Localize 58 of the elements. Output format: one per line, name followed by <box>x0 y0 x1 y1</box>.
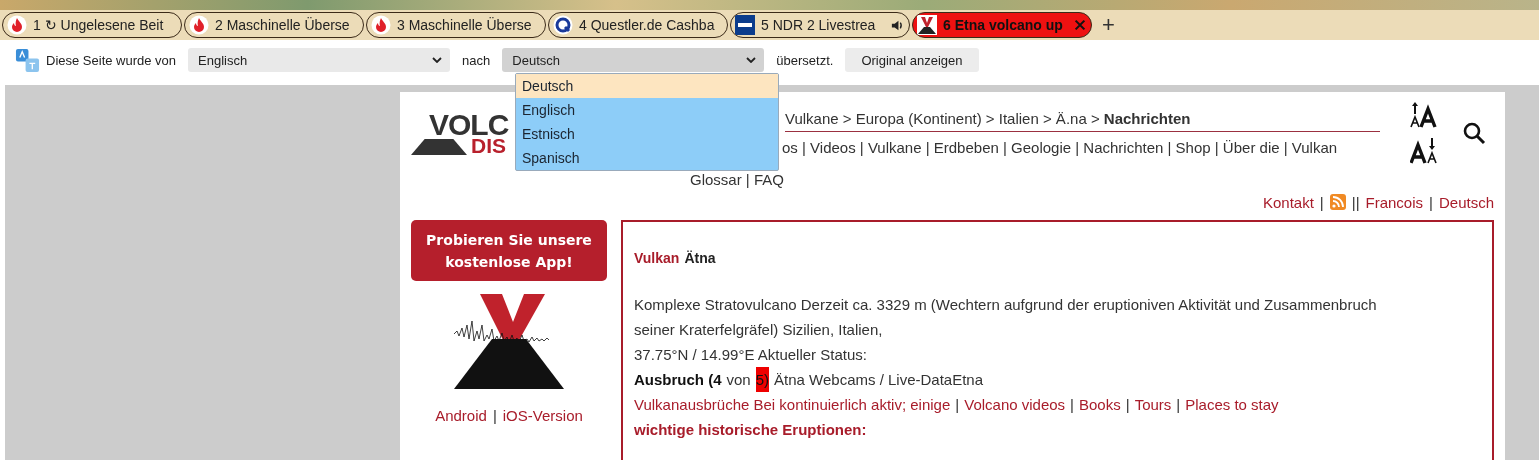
article-link[interactable]: Tours <box>1134 392 1172 417</box>
show-original-button[interactable]: Original anzeigen <box>845 48 979 72</box>
language-option[interactable]: Englisch <box>516 98 778 122</box>
link-separator: | <box>1125 395 1130 415</box>
app-promo-button[interactable]: Probieren Sie unsere kostenlose App! <box>411 220 607 281</box>
volcano-name: Ätna <box>684 250 716 268</box>
article-link[interactable]: Vulkanausbrüche Bei kontinuierlich aktiv; einige <box>634 392 951 417</box>
caret-icon <box>432 57 443 63</box>
translate-icon <box>15 47 40 73</box>
volcano-icon <box>917 15 937 35</box>
new-tab-button[interactable]: + <box>1094 14 1123 36</box>
logo-text: DIS <box>471 134 506 158</box>
nav-links: Glossar | FAQ <box>690 171 785 188</box>
caret-icon <box>746 57 757 63</box>
status-text: Ausbruch (4 <box>634 370 722 390</box>
description-text: Komplexe Stratovulcano Derzeit ca. 3329 m (Wechtern aufgrund der eruptioniven Aktivität und Zusammenbruch <box>634 295 1378 315</box>
article-link[interactable]: Books <box>1079 392 1121 417</box>
mountain-icon <box>411 139 467 155</box>
section-heading: wichtige historische Eruptionen: <box>634 420 868 440</box>
browser-tab[interactable]: 6 Etna volcano up <box>912 12 1092 38</box>
header-link[interactable]: Kontakt <box>1262 193 1314 211</box>
breadcrumb: Vulkane > Europa (Kontinent) > Italien > Ä.na > Nachrichten <box>785 110 1380 132</box>
status-text: 5) <box>755 367 770 392</box>
flame-icon <box>189 15 209 35</box>
nav-links: os | Videos | Vulkane | Erdbeben | Geologie | Nachrichten | Shop | Über die | Vulkan <box>782 139 1339 156</box>
language-option[interactable]: Estnisch <box>516 122 778 146</box>
search-icon[interactable] <box>1462 121 1486 145</box>
status-text: von <box>726 370 751 390</box>
link-separator: | <box>1070 395 1074 415</box>
translate-label: nach <box>462 52 491 68</box>
link-separator: | <box>492 407 497 424</box>
translate-label: übersetzt. <box>776 52 834 68</box>
target-language-select[interactable]: Deutsch <box>502 48 765 72</box>
status-text: Ätna Webcams / Live-DataEtna <box>774 370 984 390</box>
close-icon[interactable] <box>1073 18 1087 32</box>
link-separator: | <box>1319 193 1324 211</box>
q-logo-icon <box>553 15 573 35</box>
article-link[interactable]: Places to stay <box>1185 392 1279 417</box>
link-separator: | <box>1429 193 1433 211</box>
app-store-link[interactable]: iOS-Version <box>502 407 583 424</box>
station-logo-icon <box>735 15 755 35</box>
flame-icon <box>7 15 27 35</box>
language-option[interactable]: Deutsch <box>516 74 778 98</box>
language-option[interactable]: Spanisch <box>516 146 778 170</box>
decrease-font-icon[interactable] <box>1410 138 1440 164</box>
header-link[interactable]: Deutsch <box>1438 193 1494 211</box>
description-text: 37.75°N / 14.99°E Aktueller Status: <box>634 345 868 365</box>
link-separator: | <box>1176 395 1181 415</box>
flame-icon <box>371 15 391 35</box>
link-separator: | <box>955 395 960 415</box>
source-language-select[interactable]: Englisch <box>188 48 451 72</box>
article-link[interactable]: Volcano videos <box>964 392 1066 417</box>
header-link[interactable]: Francois <box>1365 193 1424 211</box>
translate-label: Diese Seite wurde von <box>46 52 177 68</box>
app-store-link[interactable]: Android <box>435 407 487 424</box>
description-text: seiner Kraterfelgräfel) Sizilien, Italien, <box>634 320 884 340</box>
title-prefix: Vulkan <box>634 250 680 268</box>
link-separator: || <box>1351 193 1360 211</box>
